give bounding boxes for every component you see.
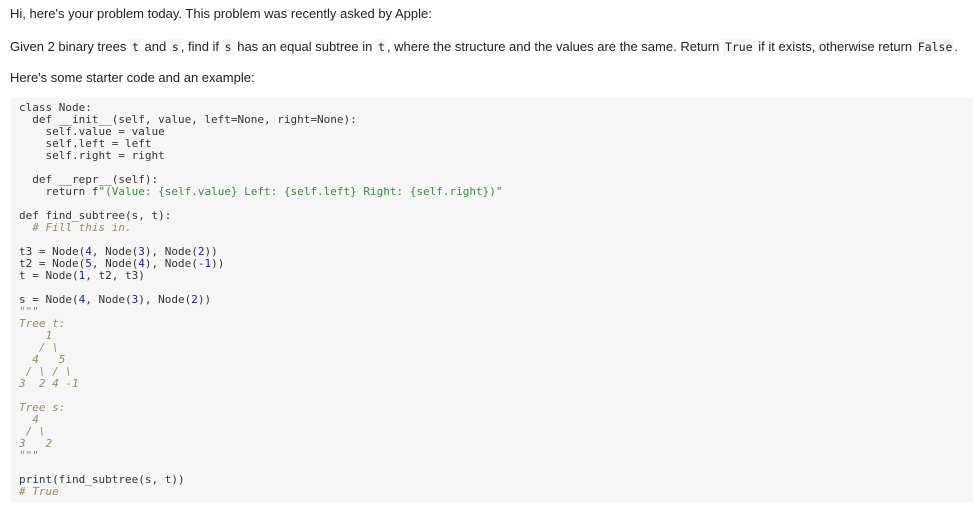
problem-text: has an equal subtree in bbox=[233, 39, 376, 54]
code-line: 3 2 4 -1 bbox=[19, 377, 79, 390]
inline-code-t: t bbox=[376, 39, 387, 55]
email-body: Hi, here's your problem today. This prob… bbox=[0, 0, 974, 509]
code-line: # Fill this in. bbox=[19, 221, 132, 234]
inline-code-s: s bbox=[169, 39, 181, 55]
code-line: return f"(Value: {self.value} Left: {sel… bbox=[19, 185, 503, 198]
code-line: s = Node(4, Node(3), Node(2)) bbox=[19, 293, 212, 306]
greeting-text: Hi, here's your problem today. This prob… bbox=[10, 6, 432, 21]
starter-intro-text: Here's some starter code and an example: bbox=[10, 70, 255, 85]
problem-text: and bbox=[140, 39, 170, 54]
problem-text: if it exists, otherwise return bbox=[754, 39, 916, 54]
problem-text: Given 2 binary trees bbox=[10, 39, 130, 54]
code-line: """ bbox=[19, 449, 39, 462]
code-line: self.right = right bbox=[19, 149, 165, 162]
problem-text: , where the structure and the values are… bbox=[386, 39, 723, 54]
problem-text: . bbox=[954, 39, 959, 54]
inline-code-t: t bbox=[129, 39, 141, 55]
code-line: # True bbox=[19, 485, 59, 498]
code-line: t = Node(1, t2, t3) bbox=[19, 269, 145, 282]
inline-code-false: False bbox=[915, 39, 955, 55]
code-block: class Node: def __init__(self, value, le… bbox=[11, 98, 973, 502]
inline-code-s: s bbox=[222, 39, 234, 55]
problem-statement: Given 2 binary trees t and s, find if s … bbox=[10, 39, 958, 55]
problem-text: , find if bbox=[180, 39, 223, 54]
inline-code-true: True bbox=[722, 39, 755, 55]
